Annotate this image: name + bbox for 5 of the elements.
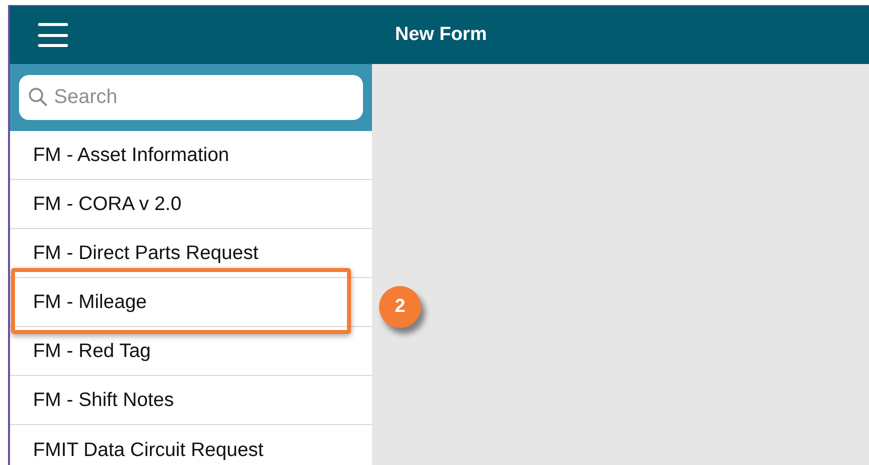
search-icon	[28, 87, 48, 107]
menu-icon[interactable]	[38, 22, 68, 48]
form-item[interactable]: FMIT Data Circuit Request	[10, 425, 372, 465]
search-field[interactable]: Search	[19, 75, 363, 120]
header-title: New Form	[395, 22, 487, 47]
